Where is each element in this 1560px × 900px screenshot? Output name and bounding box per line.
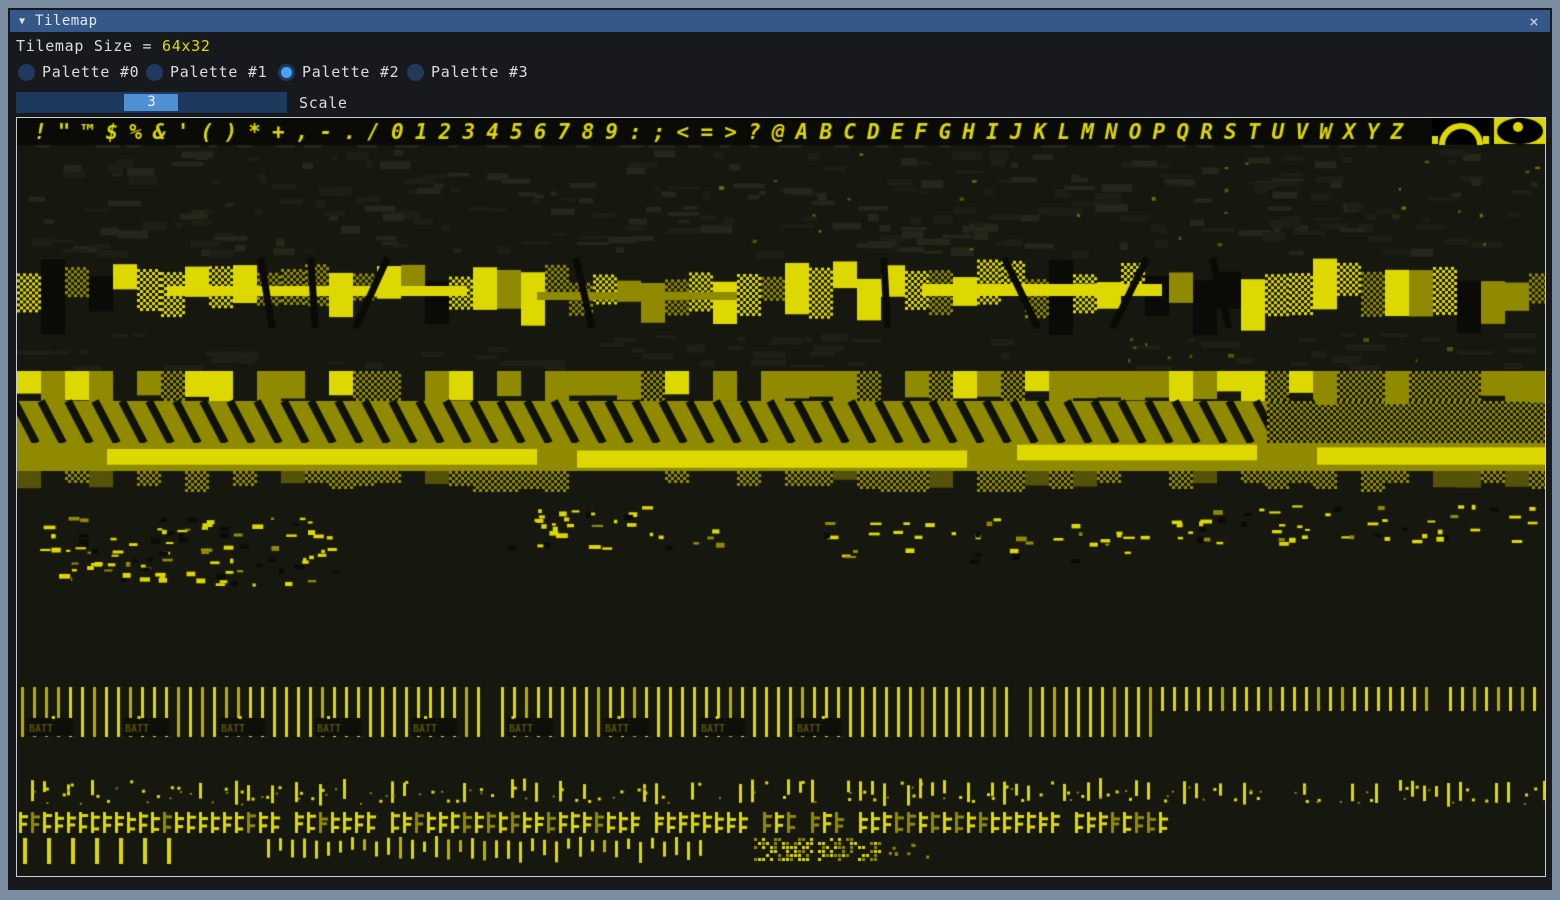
- palette-radio-1[interactable]: Palette #1: [146, 63, 267, 81]
- tilemap-canvas[interactable]: [17, 118, 1545, 876]
- scale-slider[interactable]: 3: [16, 92, 287, 113]
- palette-radio-0[interactable]: Palette #0: [18, 63, 139, 81]
- radio-circle-icon: [278, 64, 295, 81]
- titlebar: ▼ Tilemap ×: [10, 10, 1550, 32]
- palette-radio-0-label: Palette #0: [42, 63, 139, 81]
- collapse-triangle-icon[interactable]: ▼: [19, 16, 25, 27]
- tilemap-window: ▼ Tilemap × Tilemap Size = 64x32 Palette…: [8, 8, 1552, 890]
- tilemap-viewport: [16, 117, 1546, 877]
- close-icon[interactable]: ×: [1522, 10, 1546, 32]
- tilemap-size-value: 64x32: [162, 37, 211, 55]
- palette-radio-2[interactable]: Palette #2: [278, 63, 399, 81]
- radio-circle-icon: [18, 64, 35, 81]
- palette-radio-group: Palette #0 Palette #1 Palette #2 Palette…: [18, 63, 618, 83]
- tilemap-size-line: Tilemap Size = 64x32: [16, 37, 211, 55]
- scale-slider-grab[interactable]: [124, 94, 178, 111]
- palette-radio-3[interactable]: Palette #3: [407, 63, 528, 81]
- palette-radio-1-label: Palette #1: [170, 63, 267, 81]
- radio-circle-icon: [407, 64, 424, 81]
- window-title: Tilemap: [35, 13, 98, 29]
- radio-circle-icon: [146, 64, 163, 81]
- palette-radio-2-label: Palette #2: [302, 63, 399, 81]
- palette-radio-3-label: Palette #3: [431, 63, 528, 81]
- tilemap-size-label: Tilemap Size =: [16, 37, 162, 55]
- scale-slider-label: Scale: [299, 94, 348, 112]
